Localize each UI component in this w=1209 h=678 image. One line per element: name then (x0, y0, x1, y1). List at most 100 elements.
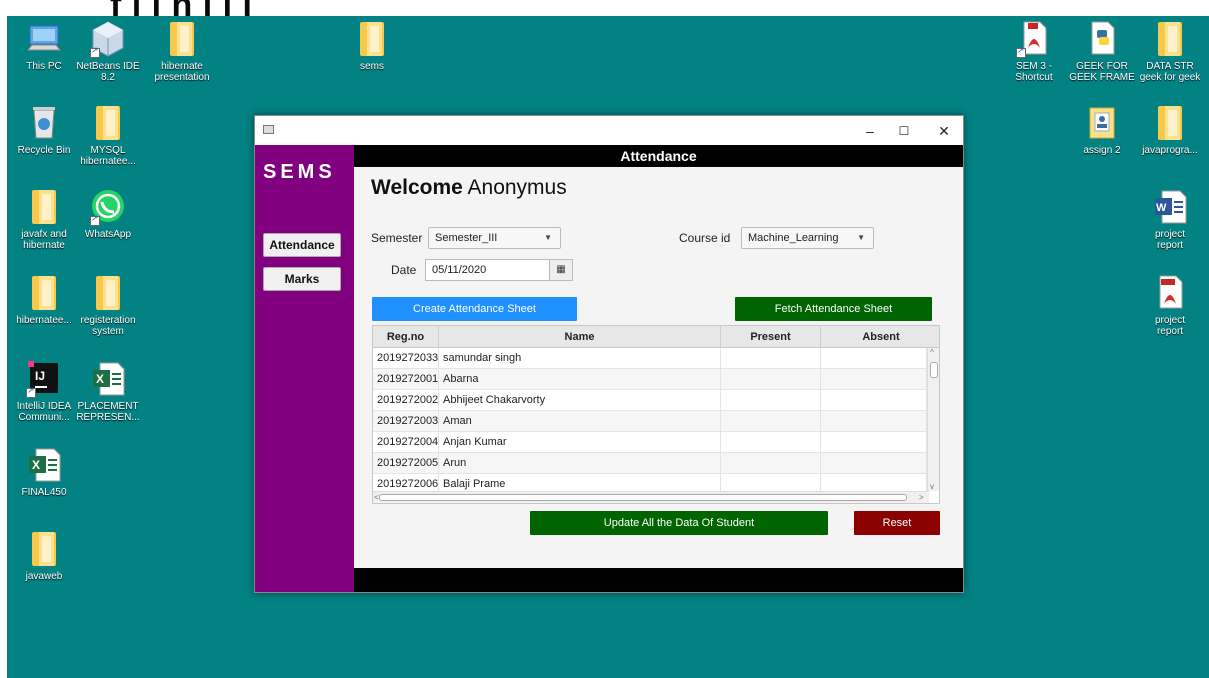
column-header-present[interactable]: Present (721, 326, 821, 348)
cell-name: Abarna (439, 369, 721, 390)
column-header-name[interactable]: Name (439, 326, 721, 348)
svg-text:IJ: IJ (35, 369, 45, 383)
desktop-icon-datastr[interactable]: DATA STR geek for geek (1135, 18, 1205, 83)
scroll-down-icon[interactable]: v (930, 482, 934, 491)
user-name: Anonymus (467, 176, 567, 199)
cell-present[interactable] (721, 369, 821, 390)
folder-icon (90, 104, 126, 142)
icon-label: hibernate presentation (154, 61, 210, 83)
chevron-down-icon: ▼ (857, 233, 865, 242)
python-file-icon (1084, 20, 1120, 58)
desktop-icon-javaweb[interactable]: javaweb (9, 528, 79, 582)
close-button[interactable]: ✕ (929, 120, 959, 142)
main-panel: Attendance Welcome Anonymus Semester Sem… (354, 145, 963, 592)
fetch-attendance-sheet-button[interactable]: Fetch Attendance Sheet (735, 297, 932, 321)
minimize-button[interactable]: – (855, 120, 885, 142)
date-input[interactable]: 05/11/2020 (425, 259, 550, 281)
semester-select[interactable]: Semester_III ▼ (428, 227, 561, 249)
column-header-absent[interactable]: Absent (821, 326, 939, 348)
desktop-icon-whatsapp[interactable]: WhatsApp (73, 186, 143, 240)
pdf-icon (1016, 20, 1052, 58)
reset-button[interactable]: Reset (854, 511, 940, 535)
horizontal-scrollbar[interactable]: < > (373, 491, 929, 503)
scroll-left-icon[interactable]: < (374, 493, 379, 502)
desktop-icon-sem3[interactable]: SEM 3 - Shortcut (999, 18, 1069, 83)
desktop-icon-project-report-word[interactable]: W project report (1135, 186, 1205, 251)
cell-name: samundar singh (439, 348, 721, 369)
semester-select-value: Semester_III (435, 232, 498, 244)
column-header-regno[interactable]: Reg.no (373, 326, 439, 348)
vertical-scrollbar[interactable]: ^ v (927, 348, 939, 491)
recycle-bin-icon (26, 104, 62, 142)
desktop-icon-sems[interactable]: sems (337, 18, 407, 72)
scroll-right-icon[interactable]: > (919, 493, 924, 502)
table-row[interactable]: 2019272005 Arun (373, 453, 927, 474)
folder-icon (26, 530, 62, 568)
desktop-icon-this-pc[interactable]: This PC (9, 18, 79, 72)
cell-present[interactable] (721, 432, 821, 453)
maximize-button[interactable]: ☐ (889, 120, 919, 142)
icon-label: sems (360, 61, 384, 72)
cell-present[interactable] (721, 453, 821, 474)
attendance-button[interactable]: Attendance (263, 233, 341, 257)
course-id-select[interactable]: Machine_Learning ▼ (741, 227, 874, 249)
table-row[interactable]: 2019272033 samundar singh (373, 348, 927, 369)
semester-label: Semester (371, 231, 423, 245)
desktop-icon-final450[interactable]: X FINAL450 (9, 444, 79, 498)
desktop-icon-registeration[interactable]: registeration system (73, 272, 143, 337)
intellij-icon: IJ (26, 360, 62, 398)
icon-label: This PC (26, 61, 62, 72)
icon-label: WhatsApp (84, 229, 132, 240)
shortcut-arrow-icon (1016, 45, 1026, 58)
desktop-icon-assign2[interactable]: assign 2 (1067, 102, 1137, 156)
cell-absent[interactable] (821, 390, 927, 411)
cell-present[interactable] (721, 411, 821, 432)
cell-absent[interactable] (821, 432, 927, 453)
app-icon (263, 125, 274, 134)
excel-icon: X (26, 446, 62, 484)
welcome-label: Welcome (371, 176, 463, 199)
desktop-icon-geek[interactable]: GEEK FOR GEEK FRAME (1067, 18, 1137, 83)
course-id-select-value: Machine_Learning (748, 232, 839, 244)
icon-label: javaprogra... (1142, 145, 1198, 156)
cell-absent[interactable] (821, 411, 927, 432)
calendar-icon[interactable]: ▦ (549, 259, 573, 281)
table-row[interactable]: 2019272002 Abhijeet Chakarvorty (373, 390, 927, 411)
brand-logo-text: SEMS (263, 161, 336, 183)
desktop-icon-project-report-pdf[interactable]: project report (1135, 272, 1205, 337)
cell-absent[interactable] (821, 369, 927, 390)
desktop-icon-hibernate-presentation[interactable]: hibernate presentation (147, 18, 217, 83)
table-row[interactable]: 2019272001 Abarna (373, 369, 927, 390)
cell-present[interactable] (721, 348, 821, 369)
update-student-data-button[interactable]: Update All the Data Of Student (530, 511, 828, 535)
horizontal-scroll-thumb[interactable] (379, 494, 907, 501)
cell-absent[interactable] (821, 453, 927, 474)
table-row[interactable]: 2019272003 Aman (373, 411, 927, 432)
shortcut-arrow-icon (26, 385, 36, 398)
desktop-icon-mysql[interactable]: MYSQL hibernatee... (73, 102, 143, 167)
desktop-icon-netbeans[interactable]: NetBeans IDE 8.2 (73, 18, 143, 83)
svg-text:X: X (96, 372, 104, 386)
icon-label: project report (1154, 229, 1185, 251)
icon-label: javaweb (25, 571, 63, 582)
marks-button[interactable]: Marks (263, 267, 341, 291)
desktop-icon-placement[interactable]: X PLACEMENT REPRESEN... (73, 358, 143, 423)
desktop-icon-hibernatee[interactable]: hibernatee... (9, 272, 79, 326)
shortcut-arrow-icon (90, 45, 100, 58)
cell-absent[interactable] (821, 348, 927, 369)
course-id-label: Course id (679, 231, 731, 245)
icon-label: MYSQL hibernatee... (80, 145, 136, 167)
desktop-icon-javaprogra[interactable]: javaprogra... (1135, 102, 1205, 156)
scroll-up-icon[interactable]: ^ (930, 348, 934, 357)
desktop-icon-javafx[interactable]: javafx and hibernate (9, 186, 79, 251)
table-row[interactable]: 2019272004 Anjan Kumar (373, 432, 927, 453)
desktop-icon-recycle-bin[interactable]: Recycle Bin (9, 102, 79, 156)
vertical-scroll-thumb[interactable] (930, 362, 938, 378)
cell-present[interactable] (721, 390, 821, 411)
window-titlebar[interactable]: – ☐ ✕ (255, 116, 963, 145)
create-attendance-sheet-button[interactable]: Create Attendance Sheet (372, 297, 577, 321)
cell-regno: 2019272033 (373, 348, 439, 369)
icon-label: registeration system (80, 315, 136, 337)
desktop-icon-intellij[interactable]: IJ IntelliJ IDEA Communi... (9, 358, 79, 423)
page-title: Attendance (354, 145, 963, 167)
